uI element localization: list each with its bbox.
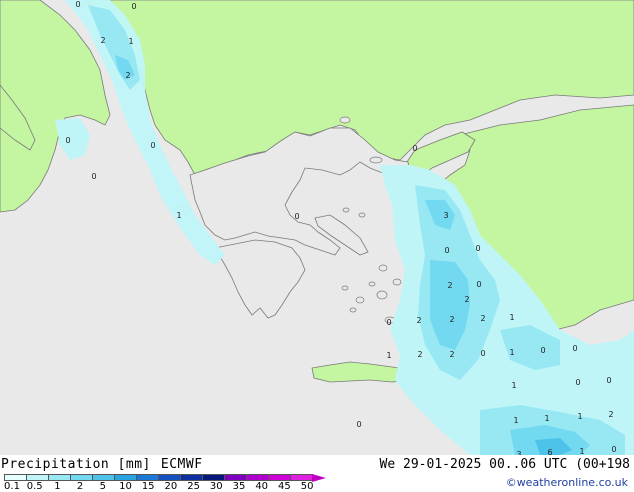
colorbar-tick-label: 20 xyxy=(164,481,178,492)
precip-value-label: 1 xyxy=(509,348,514,357)
precip-value-label: 0 xyxy=(476,280,481,289)
precip-value-label: 0 xyxy=(386,318,391,327)
precip-value-label: 2 xyxy=(480,314,485,323)
colorbar-tick-label: 1 xyxy=(54,481,61,492)
colorbar-tick-label: 40 xyxy=(255,481,269,492)
precip-value-label: 0 xyxy=(65,136,70,145)
precip-value-label: 0 xyxy=(356,420,361,429)
precip-value-label: 2 xyxy=(417,350,422,359)
colorbar-tick-label: 30 xyxy=(209,481,223,492)
colorbar-swatch xyxy=(246,474,269,481)
colorbar-tick-label: 50 xyxy=(300,481,314,492)
colorbar-swatch xyxy=(224,474,247,481)
precip-value-label: 2 xyxy=(125,71,130,80)
colorbar-tick-label: 15 xyxy=(141,481,155,492)
precip-value-label: 3 xyxy=(443,211,448,220)
precip-value-label: 6 xyxy=(547,448,552,455)
precipitation-map: 0 02 120001 0030 02 022 2 2 101 2 2 0 1 0 01 0 00 1 1 1 23 6 1… xyxy=(0,0,634,455)
colorbar-swatch xyxy=(4,474,27,481)
credit-link[interactable]: ©weatheronline.co.uk xyxy=(506,476,628,489)
colorbar-tick-label: 45 xyxy=(278,481,291,492)
precip-value-label: 2 xyxy=(416,316,421,325)
precip-value-label: 0 xyxy=(444,246,449,255)
precip-value-label: 1 xyxy=(176,211,181,220)
precip-value-label: 2 xyxy=(464,295,469,304)
colorbar-tick-label: 5 xyxy=(99,481,106,492)
legend-model: ECMWF xyxy=(160,457,203,472)
precip-value-label: 0 xyxy=(606,376,611,385)
colorbar-tick-label: 25 xyxy=(187,481,200,492)
colorbar-swatch xyxy=(114,474,137,481)
legend-title: Precipitation [mm] ECMWF xyxy=(1,457,203,472)
precip-value-label: 0 xyxy=(294,212,299,221)
colorbar-swatch xyxy=(48,474,71,481)
colorbar-swatch xyxy=(202,474,225,481)
colorbar-swatch xyxy=(290,474,313,481)
precip-value-label: 1 xyxy=(579,447,584,455)
precip-value-label: 0 xyxy=(611,445,616,454)
precip-value-label: 1 xyxy=(544,414,549,423)
colorbar-tick-label: 10 xyxy=(119,481,132,492)
colorbar-swatch xyxy=(26,474,49,481)
precip-value-label: 0 xyxy=(475,244,480,253)
precip-value-label: 0 xyxy=(75,0,80,9)
precip-value-label: 2 xyxy=(447,281,452,290)
precip-value-label: 2 xyxy=(608,410,613,419)
precip-value-label: 1 xyxy=(509,313,514,322)
precip-value-label: 1 xyxy=(386,351,391,360)
precip-value-label: 0 xyxy=(412,144,417,153)
precip-value-label: 0 xyxy=(575,378,580,387)
precip-value-label: 2 xyxy=(449,350,454,359)
precip-value-label: 0 xyxy=(480,349,485,358)
legend: Precipitation [mm] ECMWF We 29-01-2025 00… xyxy=(0,455,634,492)
colorbar-tick-label: 35 xyxy=(232,481,246,492)
precip-value-label: 0 xyxy=(131,2,136,11)
precip-value-label: 1 xyxy=(513,416,518,425)
colorbar-swatch xyxy=(70,474,93,481)
colorbar-swatch xyxy=(180,474,203,481)
colorbar-swatch xyxy=(92,474,115,481)
run-time: We 29-01-2025 00..06 UTC (00+198 xyxy=(379,457,630,472)
colorbar-tick-label: 0.5 xyxy=(26,481,43,492)
colorbar-swatch xyxy=(268,474,291,481)
colorbar-tick-label: 2 xyxy=(76,481,84,492)
colorbar-swatch xyxy=(158,474,181,481)
precip-value-label: 0 xyxy=(150,141,155,150)
precip-value-label: 2 xyxy=(100,36,105,45)
precip-value-label: 2 xyxy=(449,315,454,324)
precip-value-label: 1 xyxy=(577,412,582,421)
colorbar-swatch xyxy=(136,474,159,481)
precip-value-label: 0 xyxy=(91,172,96,181)
precip-value-label: 1 xyxy=(511,381,516,390)
colorbar-tick-label: 0.1 xyxy=(4,481,20,492)
precip-value-label: 0 xyxy=(540,346,545,355)
colorbar xyxy=(4,473,326,482)
legend-variable: Precipitation [mm] xyxy=(1,457,151,472)
precip-value-label: 1 xyxy=(128,37,133,46)
precip-value-label: 0 xyxy=(572,344,577,353)
